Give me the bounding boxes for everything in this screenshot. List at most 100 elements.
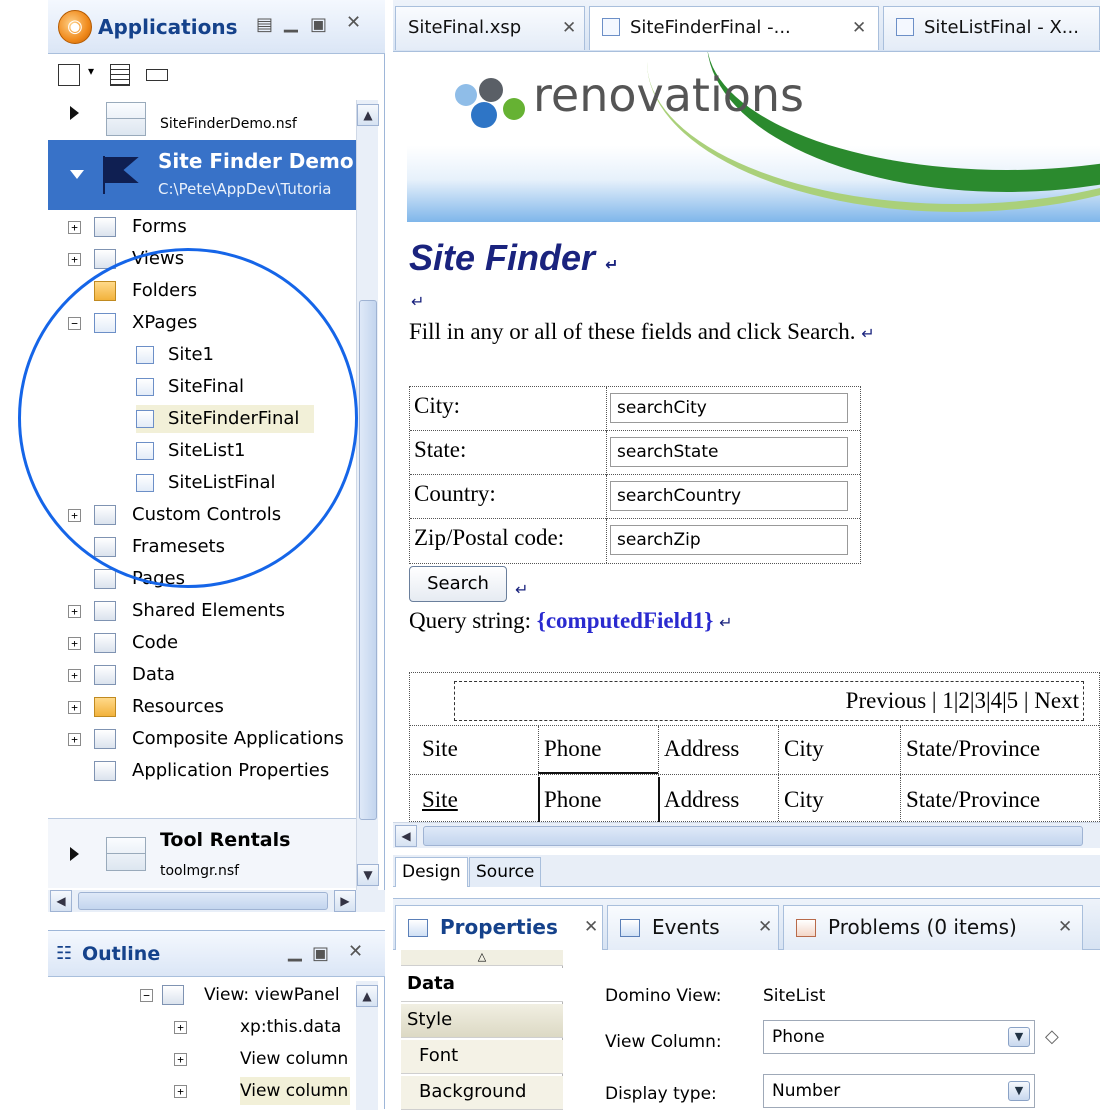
nav-style[interactable]: Style	[401, 1004, 563, 1038]
expand-icon[interactable]: +	[174, 1053, 187, 1066]
chevron-down-icon[interactable]: ▼	[1008, 1027, 1030, 1047]
database-title: Site Finder Demo	[158, 149, 354, 173]
form-row: Zip/Postal code: searchZip	[410, 519, 860, 563]
expand-arrow-icon[interactable]	[70, 106, 79, 120]
tab-label: Properties	[440, 915, 558, 939]
scroll-left-icon[interactable]: ◀	[50, 890, 72, 912]
tree-item-xpage-selected[interactable]: SiteFinderFinal	[136, 405, 314, 433]
column-value[interactable]: Address	[664, 787, 739, 813]
search-state-field[interactable]: searchState	[610, 437, 848, 467]
tab-sitelistfinal[interactable]: SiteListFinal - X...	[883, 6, 1100, 50]
collapse-all-icon[interactable]	[110, 64, 130, 86]
close-icon[interactable]: ✕	[562, 7, 576, 49]
scrollbar-thumb[interactable]	[78, 892, 328, 910]
database-row-selected[interactable]: Site Finder Demo C:\Pete\AppDev\Tutoria	[48, 140, 366, 210]
close-icon[interactable]: ✕	[758, 906, 772, 948]
tree-label: Shared Elements	[132, 600, 285, 621]
form-row: Country: searchCountry	[410, 475, 860, 519]
dropdown-icon[interactable]: ▾	[88, 64, 94, 78]
collapse-arrow-icon[interactable]	[70, 170, 84, 179]
tab-events[interactable]: Events ✕	[607, 905, 779, 951]
horizontal-scrollbar[interactable]: ◀ ▶	[48, 890, 385, 912]
scroll-down-icon[interactable]: ▼	[357, 864, 379, 886]
tab-sitefinal[interactable]: SiteFinal.xsp ✕	[395, 6, 585, 50]
column-header[interactable]: Phone	[544, 736, 602, 762]
domino-view-label: Domino View:	[605, 986, 722, 1006]
column-value-selected[interactable]: Phone	[544, 787, 602, 813]
close-icon[interactable]: ✕	[348, 941, 363, 962]
tab-source[interactable]: Source	[469, 857, 542, 887]
pager[interactable]: Previous | 1|2|3|4|5 | Next	[454, 681, 1084, 721]
expand-icon[interactable]: +	[68, 509, 81, 522]
search-button[interactable]: Search	[409, 566, 507, 602]
link-icon[interactable]	[146, 69, 168, 81]
scroll-up-icon[interactable]: △	[401, 950, 563, 966]
column-header[interactable]: Site	[422, 736, 458, 762]
new-icon[interactable]	[58, 64, 80, 86]
expand-icon[interactable]: +	[68, 605, 81, 618]
expand-icon[interactable]: +	[68, 701, 81, 714]
nav-data[interactable]: Data	[401, 968, 563, 1002]
column-value[interactable]: City	[784, 787, 824, 813]
column-value[interactable]: State/Province	[906, 787, 1040, 813]
view-column-select[interactable]: Phone ▼	[763, 1020, 1035, 1054]
expand-icon[interactable]: +	[174, 1021, 187, 1034]
close-icon[interactable]: ✕	[346, 12, 361, 33]
scrollbar-thumb[interactable]	[423, 826, 1083, 846]
expand-icon[interactable]: +	[68, 733, 81, 746]
display-type-select[interactable]: Number ▼	[763, 1074, 1035, 1108]
search-city-field[interactable]: searchCity	[610, 393, 848, 423]
properties-icon	[408, 919, 428, 937]
expand-arrow-icon[interactable]	[70, 847, 79, 861]
diamond-icon[interactable]: ◇	[1045, 1026, 1059, 1047]
maximize-icon[interactable]: ▣	[312, 943, 329, 964]
search-zip-field[interactable]: searchZip	[610, 525, 848, 555]
computed-field[interactable]: {computedField1}	[537, 608, 714, 633]
expand-icon[interactable]: +	[68, 253, 81, 266]
applications-icon: ◉	[58, 10, 92, 44]
applications-header: ◉ Applications ▤ ▁ ▣ ✕	[48, 0, 385, 54]
xpage-icon	[136, 410, 154, 428]
column-header[interactable]: Address	[664, 736, 739, 762]
scroll-left-icon[interactable]: ◀	[395, 825, 417, 847]
search-country-field[interactable]: searchCountry	[610, 481, 848, 511]
scrollbar-thumb[interactable]	[359, 300, 377, 820]
database-row[interactable]: SiteFinderDemo.nsf	[48, 100, 366, 140]
minimize-icon[interactable]: ▁	[288, 941, 302, 962]
expand-icon[interactable]: +	[68, 221, 81, 234]
applications-toolbar: ▾	[48, 56, 385, 96]
nav-background[interactable]: Background	[401, 1076, 563, 1110]
outline-scrollbar[interactable]: ▲	[356, 981, 378, 1110]
close-icon[interactable]: ✕	[584, 906, 598, 948]
canvas-horizontal-scrollbar[interactable]: ◀	[393, 822, 1100, 848]
scroll-right-icon[interactable]: ▶	[334, 890, 356, 912]
tab-sitefinderfinal[interactable]: SiteFinderFinal -... ✕	[589, 6, 879, 50]
collapse-icon[interactable]: −	[140, 989, 153, 1002]
expand-icon[interactable]: +	[68, 669, 81, 682]
column-header[interactable]: City	[784, 736, 824, 762]
close-icon[interactable]: ✕	[1058, 906, 1072, 948]
column-value[interactable]: Site	[422, 787, 458, 813]
tab-properties[interactable]: Properties ✕	[395, 905, 603, 951]
tab-problems[interactable]: Problems (0 items) ✕	[783, 905, 1083, 951]
maximize-icon[interactable]: ▣	[310, 14, 327, 35]
design-canvas[interactable]: renovations Site Finder ↵ ↵ Fill in any …	[393, 52, 1100, 822]
collapse-icon[interactable]: −	[68, 317, 81, 330]
expand-icon[interactable]: +	[174, 1085, 187, 1098]
chevron-down-icon[interactable]: ▼	[1008, 1081, 1030, 1101]
view-panel[interactable]: Previous | 1|2|3|4|5 | Next Site Phone A…	[409, 672, 1100, 822]
database-row[interactable]: Tool Rentals toolmgr.nsf	[48, 818, 366, 888]
field-label: Country:	[414, 481, 496, 506]
tree-label: Folders	[132, 280, 198, 301]
tab-design[interactable]: Design	[395, 857, 468, 887]
scroll-up-icon[interactable]: ▲	[356, 985, 378, 1007]
minimize-icon[interactable]: ▁	[284, 12, 298, 33]
vertical-scrollbar[interactable]: ▲ ▼	[356, 100, 379, 890]
nav-font[interactable]: Font	[401, 1040, 563, 1074]
column-header[interactable]: State/Province	[906, 736, 1040, 762]
problems-icon	[796, 919, 816, 937]
view-menu-icon[interactable]: ▤	[256, 14, 273, 35]
scroll-up-icon[interactable]: ▲	[357, 104, 379, 126]
close-icon[interactable]: ✕	[852, 7, 866, 49]
expand-icon[interactable]: +	[68, 637, 81, 650]
